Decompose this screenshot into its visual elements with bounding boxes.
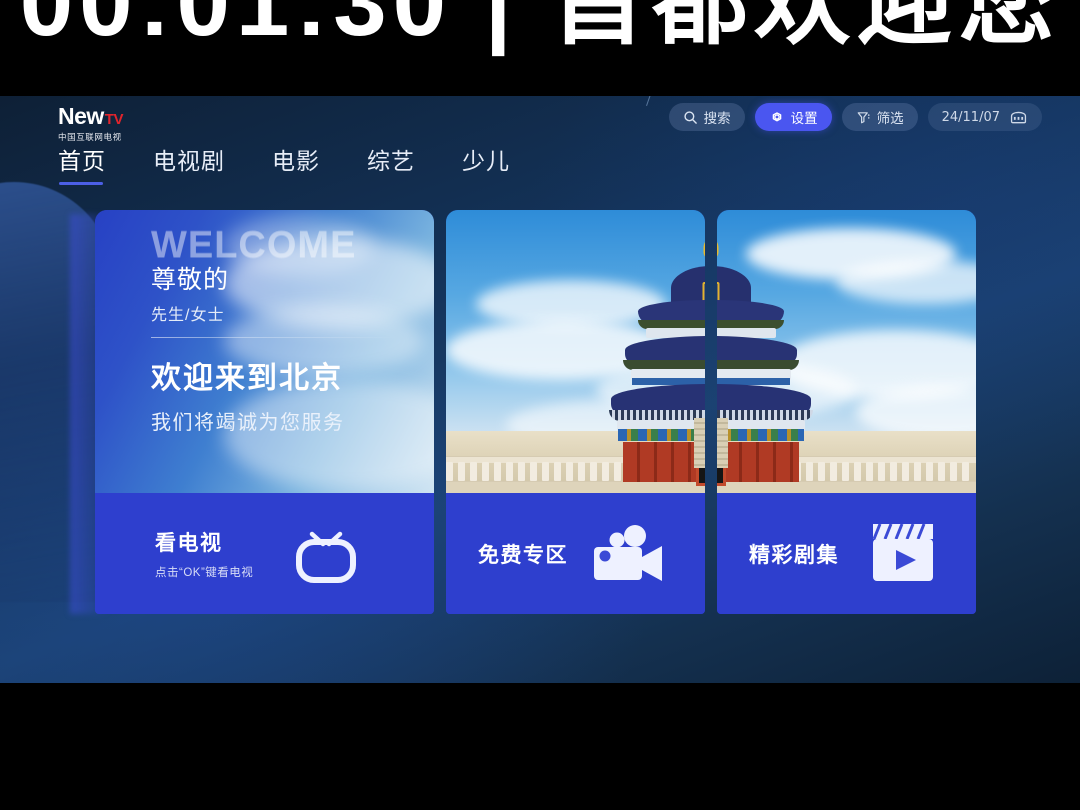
temple-of-heaven-structure bbox=[591, 238, 705, 486]
logo-text-tv: TV bbox=[104, 111, 124, 128]
tv-icon bbox=[290, 519, 362, 594]
temple-of-heaven-structure bbox=[717, 238, 831, 486]
search-button[interactable]: 搜索 bbox=[668, 103, 745, 131]
filter-icon bbox=[856, 110, 871, 125]
brand-logo: New TV 中国互联网电视 bbox=[58, 103, 124, 144]
nav-tab-variety-label: 综艺 bbox=[367, 148, 415, 174]
free-zone-text: 免费专区 bbox=[478, 539, 568, 569]
video-camera-icon bbox=[589, 525, 667, 592]
search-label: 搜索 bbox=[703, 111, 731, 126]
welcome-city-line: 欢迎来到北京 bbox=[151, 362, 343, 395]
welcome-text-block: WELCOME 尊敬的 先生/女士 欢迎来到北京 我们将竭诚为您服务 bbox=[151, 226, 424, 435]
tv-home-screen: 00:01:30 | 首都欢迎您 New TV 中国互联网电视 搜索 设置 筛选… bbox=[0, 0, 1080, 810]
watch-tv-title: 看电视 bbox=[155, 532, 223, 555]
header-controls: 搜索 设置 筛选 24/11/07 bbox=[668, 103, 1042, 131]
free-zone-action-bar[interactable]: 免费专区 bbox=[446, 493, 705, 614]
welcome-divider bbox=[151, 337, 399, 338]
watch-tv-subtitle: 点击“OK”键看电视 bbox=[155, 567, 254, 579]
app-stage: New TV 中国互联网电视 搜索 设置 筛选 24/11/07 首页 电视剧 … bbox=[0, 96, 1080, 683]
clipped-overlay-title: 00:01:30 | 首都欢迎您 bbox=[19, 0, 1061, 56]
home-cards: WELCOME 尊敬的 先生/女士 欢迎来到北京 我们将竭诚为您服务 看电视 点… bbox=[95, 210, 976, 614]
date-status[interactable]: 24/11/07 bbox=[927, 103, 1042, 131]
filter-button[interactable]: 筛选 bbox=[841, 103, 918, 131]
series-text: 精彩剧集 bbox=[749, 539, 839, 569]
nav-tab-home-label: 首页 bbox=[58, 148, 106, 174]
clapperboard-play-icon bbox=[870, 521, 936, 590]
main-nav: 首页 电视剧 电影 综艺 少儿 bbox=[58, 142, 510, 185]
card-free-zone[interactable]: 免费专区 bbox=[446, 210, 705, 614]
nav-tab-movies-label: 电影 bbox=[272, 148, 320, 174]
welcome-headline-en: WELCOME bbox=[151, 224, 357, 266]
nav-tab-kids[interactable]: 少儿 bbox=[462, 142, 510, 185]
card-featured-series[interactable]: 精彩剧集 bbox=[717, 210, 976, 614]
temple-photo-right bbox=[717, 210, 976, 493]
watch-tv-text: 看电视 点击“OK”键看电视 bbox=[155, 527, 253, 580]
welcome-salutation: 先生/女士 bbox=[151, 307, 225, 324]
free-zone-title: 免费专区 bbox=[478, 543, 568, 567]
watch-tv-action-bar[interactable]: 看电视 点击“OK”键看电视 bbox=[95, 493, 434, 614]
series-title: 精彩剧集 bbox=[749, 543, 839, 567]
welcome-artwork: WELCOME 尊敬的 先生/女士 欢迎来到北京 我们将竭诚为您服务 bbox=[95, 210, 434, 493]
series-action-bar[interactable]: 精彩剧集 bbox=[717, 493, 976, 614]
settings-label: 设置 bbox=[790, 111, 818, 126]
welcome-service-line: 我们将竭诚为您服务 bbox=[151, 412, 345, 434]
nav-tab-tv-series-label: 电视剧 bbox=[153, 148, 225, 174]
nav-tab-tv-series[interactable]: 电视剧 bbox=[153, 142, 225, 185]
nav-tab-kids-label: 少儿 bbox=[462, 148, 510, 174]
temple-photo-left bbox=[446, 210, 705, 493]
top-letterbox: 00:01:30 | 首都欢迎您 bbox=[0, 0, 1080, 96]
nav-tab-home[interactable]: 首页 bbox=[58, 142, 106, 185]
gear-icon bbox=[769, 109, 785, 125]
filter-label: 筛选 bbox=[876, 111, 904, 126]
nav-tab-variety[interactable]: 综艺 bbox=[367, 142, 415, 185]
remote-control-icon bbox=[1009, 110, 1028, 125]
nav-tab-movies[interactable]: 电影 bbox=[272, 142, 320, 185]
settings-button[interactable]: 设置 bbox=[754, 103, 832, 131]
card-watch-tv[interactable]: WELCOME 尊敬的 先生/女士 欢迎来到北京 我们将竭诚为您服务 看电视 点… bbox=[95, 210, 434, 614]
bottom-letterbox bbox=[0, 683, 1080, 810]
date-label: 24/11/07 bbox=[941, 109, 1000, 125]
search-icon bbox=[683, 110, 698, 125]
logo-text-new: New bbox=[58, 103, 104, 129]
